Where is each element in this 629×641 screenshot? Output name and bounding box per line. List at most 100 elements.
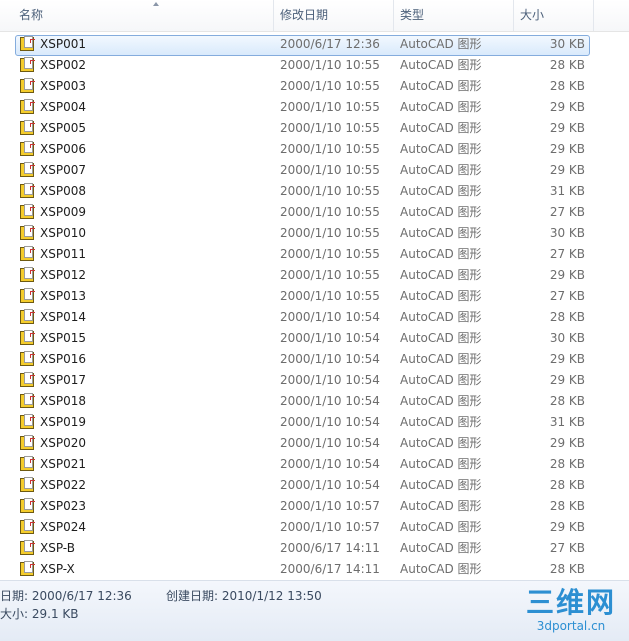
file-date: 2000/1/10 10:55 [280, 163, 380, 177]
file-row[interactable]: XSP010 2000/1/10 10:55 AutoCAD 图形 30 KB [0, 223, 629, 244]
file-size: 30 KB [549, 331, 585, 345]
file-name: XSP-X [40, 562, 75, 576]
file-type: AutoCAD 图形 [400, 37, 482, 51]
file-type: AutoCAD 图形 [400, 79, 482, 93]
autocad-file-icon [20, 309, 35, 324]
file-row[interactable]: XSP022 2000/1/10 10:54 AutoCAD 图形 28 KB [0, 475, 629, 496]
watermark-logo: 三维网 3dportal.cn [521, 587, 621, 637]
details-pane: 日期: 2000/6/17 12:36 创建日期: 2010/1/12 13:5… [0, 580, 629, 641]
file-type: AutoCAD 图形 [400, 562, 482, 576]
file-row[interactable]: XSP016 2000/1/10 10:54 AutoCAD 图形 29 KB [0, 349, 629, 370]
file-type: AutoCAD 图形 [400, 205, 482, 219]
file-date: 2000/1/10 10:54 [280, 352, 380, 366]
column-header-date[interactable]: 修改日期 [274, 0, 394, 31]
file-type: AutoCAD 图形 [400, 541, 482, 555]
file-size: 27 KB [549, 541, 585, 555]
file-row[interactable]: XSP002 2000/1/10 10:55 AutoCAD 图形 28 KB [0, 55, 629, 76]
file-date: 2000/6/17 12:36 [280, 37, 380, 51]
file-size: 31 KB [549, 184, 585, 198]
file-size: 29 KB [549, 121, 585, 135]
file-row[interactable]: XSP012 2000/1/10 10:55 AutoCAD 图形 29 KB [0, 265, 629, 286]
autocad-file-icon [20, 372, 35, 387]
file-name: XSP014 [40, 310, 86, 324]
file-date: 2000/1/10 10:55 [280, 184, 380, 198]
file-date: 2000/1/10 10:55 [280, 268, 380, 282]
file-row[interactable]: XSP015 2000/1/10 10:54 AutoCAD 图形 30 KB [0, 328, 629, 349]
file-date: 2000/1/10 10:54 [280, 436, 380, 450]
file-size: 29 KB [549, 373, 585, 387]
file-size: 29 KB [549, 268, 585, 282]
file-name: XSP020 [40, 436, 86, 450]
file-row[interactable]: XSP019 2000/1/10 10:54 AutoCAD 图形 31 KB [0, 412, 629, 433]
file-type: AutoCAD 图形 [400, 247, 482, 261]
column-header-name-label: 名称 [19, 8, 44, 22]
file-row[interactable]: XSP005 2000/1/10 10:55 AutoCAD 图形 29 KB [0, 118, 629, 139]
file-date: 2000/1/10 10:55 [280, 289, 380, 303]
file-row[interactable]: XSP-B 2000/6/17 14:11 AutoCAD 图形 27 KB [0, 538, 629, 559]
file-row[interactable]: XSP007 2000/1/10 10:55 AutoCAD 图形 29 KB [0, 160, 629, 181]
file-row[interactable]: XSP009 2000/1/10 10:55 AutoCAD 图形 27 KB [0, 202, 629, 223]
file-name: XSP022 [40, 478, 86, 492]
file-row[interactable]: XSP011 2000/1/10 10:55 AutoCAD 图形 27 KB [0, 244, 629, 265]
file-name: XSP024 [40, 520, 86, 534]
file-row[interactable]: XSP003 2000/1/10 10:55 AutoCAD 图形 28 KB [0, 76, 629, 97]
file-size: 28 KB [549, 457, 585, 471]
file-name: XSP013 [40, 289, 86, 303]
file-name: XSP012 [40, 268, 86, 282]
file-type: AutoCAD 图形 [400, 394, 482, 408]
column-header: 名称 修改日期 类型 大小 [0, 0, 629, 32]
file-row[interactable]: XSP008 2000/1/10 10:55 AutoCAD 图形 31 KB [0, 181, 629, 202]
file-name: XSP002 [40, 58, 86, 72]
file-date: 2000/1/10 10:55 [280, 79, 380, 93]
file-name: XSP015 [40, 331, 86, 345]
file-name: XSP-B [40, 541, 75, 555]
file-size: 29 KB [549, 436, 585, 450]
file-date: 2000/1/10 10:54 [280, 373, 380, 387]
file-date: 2000/1/10 10:54 [280, 310, 380, 324]
column-header-name[interactable]: 名称 [13, 0, 274, 31]
autocad-file-icon [20, 78, 35, 93]
file-row[interactable]: XSP001 2000/6/17 12:36 AutoCAD 图形 30 KB [0, 34, 629, 56]
column-header-date-label: 修改日期 [280, 8, 329, 22]
file-row[interactable]: XSP006 2000/1/10 10:55 AutoCAD 图形 29 KB [0, 139, 629, 160]
file-row[interactable]: XSP004 2000/1/10 10:55 AutoCAD 图形 29 KB [0, 97, 629, 118]
file-date: 2000/1/10 10:54 [280, 457, 380, 471]
file-date: 2000/1/10 10:54 [280, 394, 380, 408]
file-row[interactable]: XSP013 2000/1/10 10:55 AutoCAD 图形 27 KB [0, 286, 629, 307]
file-row[interactable]: XSP024 2000/1/10 10:57 AutoCAD 图形 29 KB [0, 517, 629, 538]
autocad-file-icon [20, 225, 35, 240]
file-row[interactable]: XSP014 2000/1/10 10:54 AutoCAD 图形 28 KB [0, 307, 629, 328]
file-row[interactable]: XSP021 2000/1/10 10:54 AutoCAD 图形 28 KB [0, 454, 629, 475]
autocad-file-icon [20, 183, 35, 198]
column-header-type-label: 类型 [400, 8, 425, 22]
file-size: 28 KB [549, 310, 585, 324]
file-type: AutoCAD 图形 [400, 310, 482, 324]
file-type: AutoCAD 图形 [400, 520, 482, 534]
file-size: 30 KB [549, 37, 585, 51]
file-row[interactable]: XSP020 2000/1/10 10:54 AutoCAD 图形 29 KB [0, 433, 629, 454]
file-size: 29 KB [549, 142, 585, 156]
autocad-file-icon [20, 267, 35, 282]
file-name: XSP011 [40, 247, 86, 261]
file-row[interactable]: XSP017 2000/1/10 10:54 AutoCAD 图形 29 KB [0, 370, 629, 391]
autocad-file-icon [20, 162, 35, 177]
file-type: AutoCAD 图形 [400, 268, 482, 282]
autocad-file-icon [20, 498, 35, 513]
file-type: AutoCAD 图形 [400, 121, 482, 135]
file-row[interactable]: XSP023 2000/1/10 10:57 AutoCAD 图形 28 KB [0, 496, 629, 517]
file-row[interactable]: XSP018 2000/1/10 10:54 AutoCAD 图形 28 KB [0, 391, 629, 412]
file-row[interactable]: XSP-X 2000/6/17 14:11 AutoCAD 图形 28 KB [0, 559, 629, 580]
file-name: XSP016 [40, 352, 86, 366]
file-size: 28 KB [549, 79, 585, 93]
column-header-size[interactable]: 大小 [514, 0, 594, 31]
sort-ascending-icon [153, 2, 159, 6]
autocad-file-icon [20, 57, 35, 72]
file-name: XSP007 [40, 163, 86, 177]
file-type: AutoCAD 图形 [400, 226, 482, 240]
file-type: AutoCAD 图形 [400, 184, 482, 198]
file-type: AutoCAD 图形 [400, 163, 482, 177]
file-name: XSP003 [40, 79, 86, 93]
column-header-type[interactable]: 类型 [394, 0, 514, 31]
file-type: AutoCAD 图形 [400, 289, 482, 303]
file-size: 28 KB [549, 562, 585, 576]
